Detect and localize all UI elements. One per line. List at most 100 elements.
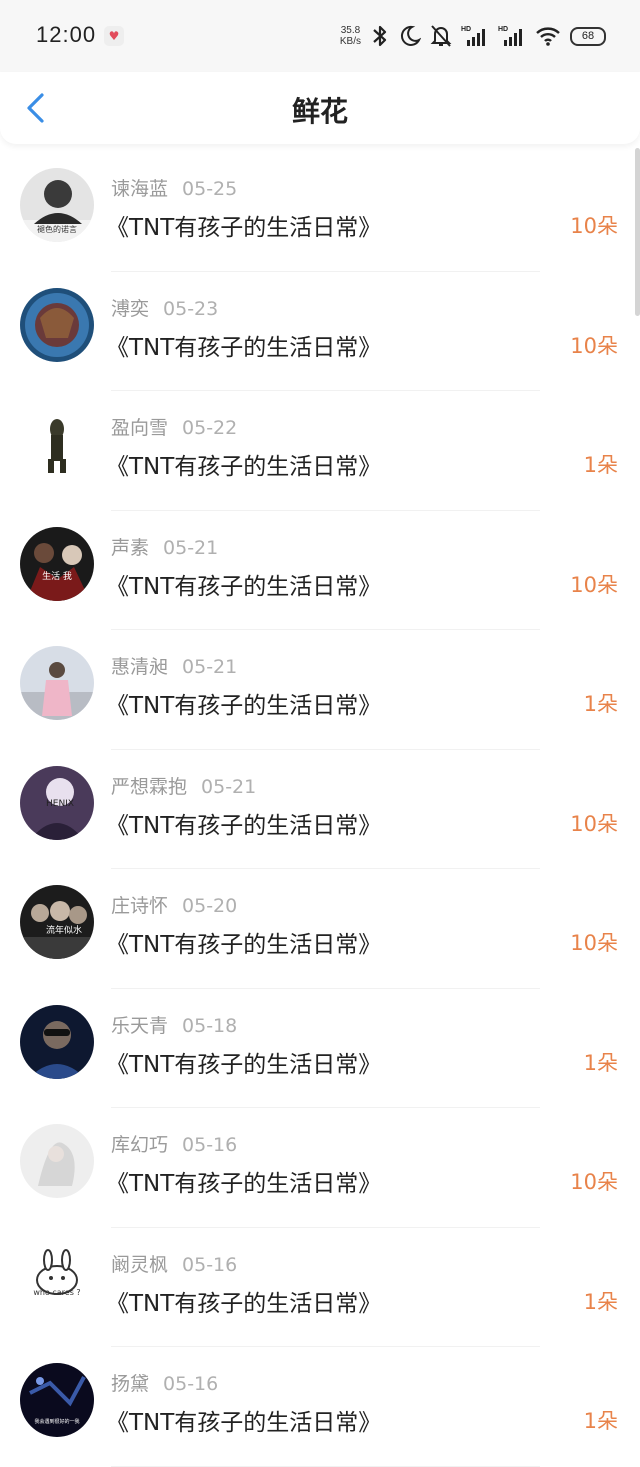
flower-count: 1朵 [583,1050,618,1075]
user-name[interactable]: 库幻巧 [111,1134,168,1156]
record-meta: 庄诗怀 05-20 [111,891,237,918]
record-meta: 乐天青 05-18 [111,1011,237,1038]
record-date: 05-25 [182,178,238,200]
avatar[interactable]: 我会遇到很好的一我 [20,1363,94,1437]
avatar-caption: 褪色的诺言 [37,224,77,234]
status-time: 12:00 [36,22,97,47]
list-item[interactable]: 我会遇到很好的一我 扬黛 05-16 《TNT有孩子的生活日常》 1朵 [0,1347,640,1467]
book-title[interactable]: 《TNT有孩子的生活日常》 [106,208,381,242]
bluetooth-icon [373,25,387,47]
list-item[interactable]: who cares ? 阚灵枫 05-16 《TNT有孩子的生活日常》 1朵 [0,1228,640,1347]
status-icons: 35.8 KB/s HD HD 68 [340,22,606,50]
user-name[interactable]: 盈向雪 [111,417,168,439]
list-item[interactable]: 溥奕 05-23 《TNT有孩子的生活日常》 10朵 [0,272,640,391]
avatar[interactable]: HENIX [20,765,94,840]
avatar[interactable] [20,1124,94,1198]
flower-count: 10朵 [570,572,618,597]
flower-count: 1朵 [583,453,618,477]
list-item[interactable]: 乐天青 05-18 《TNT有孩子的生活日常》 1朵 [0,989,640,1108]
svg-text:HD: HD [498,26,508,33]
flower-count: 10朵 [570,931,618,955]
hd-signal-icon: HD [461,26,485,46]
flower-count: 1朵 [583,1289,618,1314]
avatar[interactable]: who cares ? [20,1243,94,1318]
list-item[interactable]: HENIX 严想霖抱 05-21 《TNT有孩子的生活日常》 10朵 [0,750,640,869]
net-speed-unit: KB/s [339,36,361,47]
book-title[interactable]: 《TNT有孩子的生活日常》 [106,806,381,840]
bell-mute-icon [430,25,452,47]
book-title[interactable]: 《TNT有孩子的生活日常》 [106,328,381,362]
book-title[interactable]: 《TNT有孩子的生活日常》 [106,686,381,720]
user-name[interactable]: 乐天青 [111,1015,168,1037]
list-item[interactable]: 库幻巧 05-16 《TNT有孩子的生活日常》 10朵 [0,1108,640,1228]
avatar[interactable] [20,407,94,481]
scrollbar[interactable] [635,148,640,316]
battery-icon: 68 [570,26,606,46]
record-meta: 严想霖抱 05-21 [111,772,256,799]
hd-signal-icon: HD [498,26,522,46]
record-date: 05-16 [182,1253,238,1276]
list-item[interactable]: 盈向雪 05-22 《TNT有孩子的生活日常》 1朵 [0,391,640,511]
svg-text:HD: HD [461,26,471,33]
record-meta: 阚灵枫 05-16 [111,1250,237,1277]
user-name[interactable]: 谏海蓝 [111,178,168,200]
status-bar: 12:00 ♥ 35.8 KB/s HD HD 68 [0,0,640,72]
avatar-caption: 生活 我 [42,570,72,582]
avatar-caption: 流年似水 [46,924,82,936]
page-title: 鲜花 [291,95,348,128]
avatar-caption: HENIX [46,799,74,809]
net-speed-value: 35.8 [340,25,361,36]
user-name[interactable]: 溥奕 [111,298,149,320]
record-meta: 盈向雪 05-22 [111,413,237,440]
record-date: 05-21 [201,775,257,798]
list-item[interactable]: 褪色的诺言 谏海蓝 05-25 《TNT有孩子的生活日常》 10朵 [0,152,640,272]
list-item[interactable]: 流年似水 庄诗怀 05-20 《TNT有孩子的生活日常》 10朵 [0,869,640,989]
flower-count: 10朵 [570,1170,618,1194]
net-speed: 35.8 KB/s [340,25,361,47]
record-date: 05-20 [182,895,238,917]
record-meta: 声素 05-21 [111,533,218,560]
user-name[interactable]: 声素 [111,537,149,559]
wifi-icon [536,27,560,46]
avatar[interactable]: 褪色的诺言 [20,168,94,242]
avatar[interactable] [20,287,94,362]
nav-header: 鲜花 [0,72,640,144]
book-title[interactable]: 《TNT有孩子的生活日常》 [106,925,381,959]
record-date: 05-16 [163,1373,219,1395]
record-meta: 谏海蓝 05-25 [111,174,237,201]
record-meta: 扬黛 05-16 [111,1369,218,1396]
book-title[interactable]: 《TNT有孩子的生活日常》 [106,567,381,601]
list-item[interactable]: 惠清昶 05-21 《TNT有孩子的生活日常》 1朵 [0,630,640,750]
avatar[interactable]: 生活 我 [20,526,94,601]
flower-count: 1朵 [583,1409,618,1433]
record-date: 05-22 [182,417,238,439]
user-name[interactable]: 庄诗怀 [111,895,168,917]
avatar[interactable] [20,646,94,720]
record-date: 05-18 [182,1014,238,1037]
flower-count: 10朵 [570,214,618,238]
record-date: 05-16 [182,1134,238,1156]
flower-record-list: 褪色的诺言 谏海蓝 05-25 《TNT有孩子的生活日常》 10朵 溥奕 05-23… [0,152,640,1467]
record-meta: 惠清昶 05-21 [111,652,237,679]
list-item[interactable]: 生活 我 声素 05-21 《TNT有孩子的生活日常》 10朵 [0,511,640,630]
user-name[interactable]: 严想霖抱 [111,776,187,798]
user-name[interactable]: 扬黛 [111,1373,149,1395]
user-name[interactable]: 惠清昶 [111,656,168,678]
avatar[interactable] [20,1004,94,1079]
divider [111,1465,540,1467]
flower-count: 10朵 [570,333,618,358]
record-meta: 溥奕 05-23 [111,294,218,321]
moon-icon [400,25,421,46]
book-title[interactable]: 《TNT有孩子的生活日常》 [106,447,381,481]
book-title[interactable]: 《TNT有孩子的生活日常》 [106,1045,381,1079]
avatar[interactable]: 流年似水 [20,885,94,959]
record-date: 05-21 [182,656,238,678]
book-title[interactable]: 《TNT有孩子的生活日常》 [106,1284,381,1318]
flower-count: 1朵 [583,692,618,716]
avatar-caption: who cares ? [33,1288,80,1297]
user-name[interactable]: 阚灵枫 [111,1254,168,1276]
book-title[interactable]: 《TNT有孩子的生活日常》 [106,1403,381,1437]
record-date: 05-23 [163,297,219,320]
book-title[interactable]: 《TNT有孩子的生活日常》 [106,1164,381,1198]
flower-count: 10朵 [570,811,618,836]
